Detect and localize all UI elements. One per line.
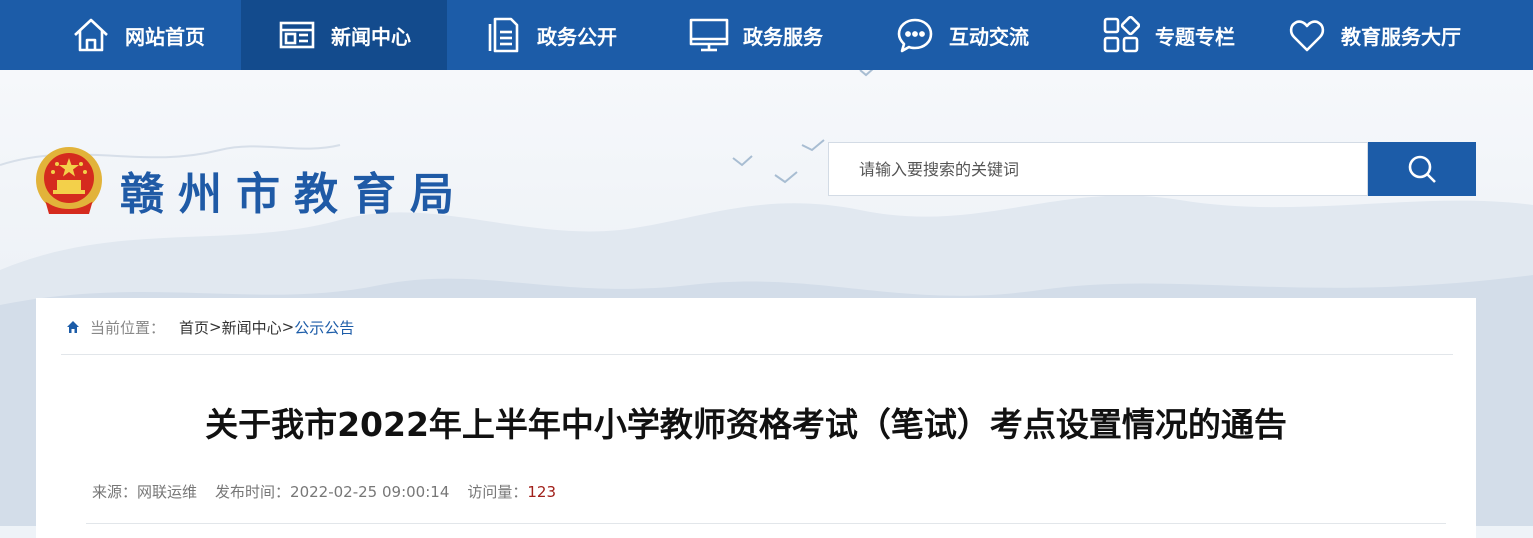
breadcrumb-separator: >	[281, 318, 295, 336]
article-title: 关于我市2022年上半年中小学教师资格考试（笔试）考点设置情况的通告	[205, 405, 1287, 444]
breadcrumb-news[interactable]: 新闻中心	[222, 317, 282, 338]
site-title: 赣州市教育局	[120, 169, 468, 220]
nav-item-home[interactable]: 网站首页	[35, 0, 241, 70]
document-icon	[483, 15, 523, 55]
nav-label: 新闻中心	[331, 24, 411, 49]
nav-item-interaction[interactable]: 互动交流	[859, 0, 1065, 70]
home-icon	[67, 321, 79, 333]
chat-icon	[895, 15, 935, 55]
breadcrumb-label: 当前位置：	[90, 318, 166, 337]
nav-item-special[interactable]: 专题专栏	[1065, 0, 1271, 70]
search-button[interactable]	[1368, 142, 1476, 196]
published-value: 2022-02-25 09:00:14	[290, 483, 450, 501]
top-nav: 网站首页 新闻中心 政务公开 政务服务 互动交流 专题专栏 教育服务大厅	[0, 0, 1533, 70]
search-input[interactable]	[829, 143, 1367, 195]
search-box	[828, 142, 1368, 196]
nav-label: 教育服务大厅	[1341, 24, 1461, 49]
nav-label: 政务公开	[537, 24, 617, 49]
heart-icon	[1287, 15, 1327, 55]
nav-label: 互动交流	[949, 24, 1029, 49]
home-icon	[71, 15, 111, 55]
breadcrumb-home[interactable]: 首页	[179, 317, 209, 338]
nav-item-news[interactable]: 新闻中心	[241, 0, 447, 70]
views-label: 访问量：	[467, 483, 528, 501]
article-meta: 来源：网联运维 发布时间：2022-02-25 09:00:14 访问量：123	[92, 481, 556, 502]
divider	[61, 354, 1453, 355]
nav-label: 专题专栏	[1155, 24, 1235, 49]
nav-item-gov-service[interactable]: 政务服务	[653, 0, 859, 70]
views-value: 123	[527, 483, 557, 501]
search-icon	[1408, 155, 1436, 183]
nav-label: 网站首页	[125, 24, 205, 49]
divider	[86, 523, 1446, 524]
nav-label: 政务服务	[743, 24, 823, 49]
breadcrumb: 当前位置： 首页 > 新闻中心 > 公示公告	[66, 316, 354, 338]
content-card: 当前位置： 首页 > 新闻中心 > 公示公告 关于我市2022年上半年中小学教师…	[36, 298, 1476, 538]
nav-item-edu-service[interactable]: 教育服务大厅	[1271, 0, 1477, 70]
published-label: 发布时间：	[215, 483, 291, 501]
monitor-icon	[689, 15, 729, 55]
grid-icon	[1101, 15, 1141, 55]
breadcrumb-separator: >	[209, 318, 222, 336]
source-label: 来源：	[92, 483, 138, 501]
source-value: 网联运维	[137, 483, 198, 501]
news-icon	[277, 15, 317, 55]
breadcrumb-notices[interactable]: 公示公告	[294, 317, 354, 338]
nav-item-gov-open[interactable]: 政务公开	[447, 0, 653, 70]
national-emblem-icon	[36, 147, 102, 214]
